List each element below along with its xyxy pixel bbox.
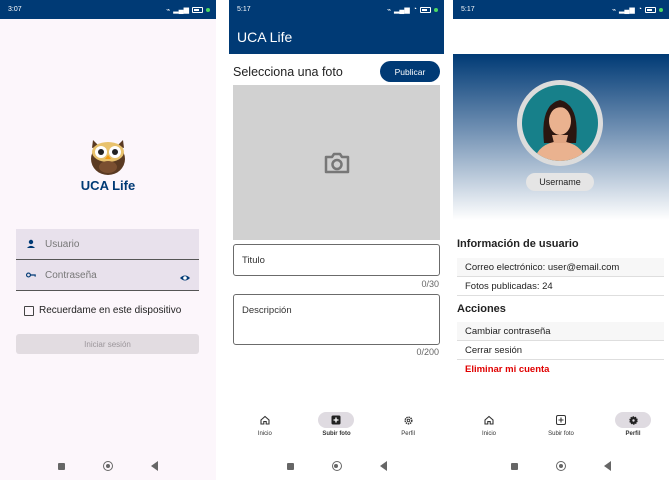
system-nav-bar <box>0 452 216 480</box>
remember-label: Recuerdame en este dispositivo <box>39 305 182 316</box>
actions-heading: Acciones <box>457 303 506 315</box>
alarm-icon: ⌁ <box>386 6 392 14</box>
gear-icon <box>390 412 426 428</box>
brand-name: UCA Life <box>80 178 136 193</box>
publish-button[interactable]: Publicar <box>380 61 440 82</box>
status-time: 5:17 <box>461 6 475 13</box>
photos-count-row: Fotos publicadas: 24 <box>457 277 664 296</box>
photo-picker[interactable] <box>233 85 440 240</box>
nav-upload-label: Subir foto <box>548 431 574 437</box>
home-system-icon[interactable] <box>103 461 113 471</box>
visibility-icon[interactable] <box>179 270 191 288</box>
add-box-icon <box>543 412 579 428</box>
title-counter: 0/30 <box>421 279 439 289</box>
nav-home[interactable]: Inicio <box>459 412 519 448</box>
status-bar: 5:17 ⌁ ▂▄▆ ◔ <box>453 0 669 19</box>
recents-icon[interactable] <box>286 462 294 470</box>
bottom-navigation: Inicio Subir foto Perfil <box>229 412 444 448</box>
nav-upload[interactable]: Subir foto <box>531 412 591 448</box>
alarm-icon: ⌁ <box>611 6 617 14</box>
nav-profile-label: Perfil <box>625 431 641 437</box>
login-screen: 3:07 ⌁ ▂▄▆ UCA Life Usuario Contraseña R… <box>0 0 216 480</box>
nav-home-label: Inicio <box>481 431 496 437</box>
email-row: Correo electrónico: user@email.com <box>457 258 664 277</box>
remember-checkbox[interactable] <box>24 305 34 316</box>
system-nav-bar <box>453 452 669 480</box>
person-icon <box>26 239 36 249</box>
app-title: UCA Life <box>229 19 444 54</box>
status-time: 3:07 <box>8 6 22 13</box>
avatar[interactable] <box>517 80 603 166</box>
battery-icon <box>645 6 656 13</box>
owl-logo-icon <box>91 140 125 175</box>
remember-device-row[interactable]: Recuerdame en este dispositivo <box>24 305 181 316</box>
recents-icon[interactable] <box>58 462 65 470</box>
select-photo-heading: Selecciona una foto <box>233 65 343 79</box>
home-system-icon[interactable] <box>556 461 566 471</box>
username-chip: Username <box>526 173 594 191</box>
add-box-icon <box>318 412 355 428</box>
nav-profile[interactable]: Perfil <box>378 412 438 448</box>
user-info-heading: Información de usuario <box>457 238 579 250</box>
title-placeholder: Titulo <box>242 255 265 266</box>
app-title: UCA Life <box>461 28 517 45</box>
nav-upload-label: Subir foto <box>322 431 351 437</box>
home-system-icon[interactable] <box>331 461 342 471</box>
description-placeholder: Descripción <box>242 305 292 316</box>
status-icons: ⌁ ▂▄▆ ◔ <box>387 6 438 14</box>
profile-screen: 5:17 ⌁ ▂▄▆ ◔ UCA Life Username Informaci… <box>453 0 669 480</box>
home-icon <box>247 412 283 428</box>
alarm-icon: ⌁ <box>166 6 171 14</box>
system-nav-bar <box>229 452 444 480</box>
recents-icon[interactable] <box>511 462 518 470</box>
gear-icon <box>615 412 651 428</box>
key-icon <box>26 270 36 280</box>
camera-icon <box>324 152 349 173</box>
home-icon <box>471 412 507 428</box>
password-placeholder: Contraseña <box>45 269 97 281</box>
back-icon[interactable] <box>604 461 611 471</box>
status-bar: 5:17 ⌁ ▂▄▆ ◔ <box>229 0 444 19</box>
nav-upload[interactable]: Subir foto <box>306 412 366 448</box>
nav-profile-label: Perfil <box>401 431 415 437</box>
title-input[interactable]: Titulo <box>233 244 440 276</box>
status-dot-icon <box>434 7 438 12</box>
login-button[interactable]: Iniciar sesión <box>16 334 199 354</box>
battery-icon <box>192 6 203 13</box>
nav-home[interactable]: Inicio <box>235 412 295 448</box>
description-counter: 0/200 <box>416 347 439 357</box>
status-bar: 3:07 ⌁ ▂▄▆ <box>0 0 216 19</box>
upload-screen: 5:17 ⌁ ▂▄▆ ◔ UCA Life Selecciona una fot… <box>229 0 444 480</box>
signal-icon: ▂▄▆ <box>394 6 410 14</box>
back-icon[interactable] <box>379 461 387 471</box>
username-placeholder: Usuario <box>45 238 80 250</box>
status-dot-icon <box>659 7 663 12</box>
status-dot-icon <box>206 7 210 12</box>
signal-icon: ▂▄▆ <box>173 6 189 14</box>
nav-home-label: Inicio <box>257 431 272 437</box>
back-icon[interactable] <box>151 461 158 471</box>
wifi-icon: ◔ <box>412 6 417 13</box>
description-input[interactable]: Descripción <box>233 294 440 345</box>
battery-icon <box>420 6 431 13</box>
wifi-icon: ◔ <box>637 6 642 13</box>
delete-account-button[interactable]: Eliminar mi cuenta <box>457 360 664 379</box>
status-icons: ⌁ ▂▄▆ ◔ <box>612 6 663 14</box>
logout-button[interactable]: Cerrar sesión <box>457 341 664 360</box>
username-field[interactable]: Usuario <box>16 229 199 260</box>
nav-profile[interactable]: Perfil <box>603 412 663 448</box>
status-icons: ⌁ ▂▄▆ <box>166 6 210 14</box>
avatar-image <box>522 85 598 161</box>
change-password-button[interactable]: Cambiar contraseña <box>457 322 664 341</box>
signal-icon: ▂▄▆ <box>619 6 635 14</box>
status-time: 5:17 <box>237 6 251 13</box>
password-field[interactable]: Contraseña <box>16 260 199 291</box>
bottom-navigation: Inicio Subir foto Perfil <box>453 412 669 448</box>
